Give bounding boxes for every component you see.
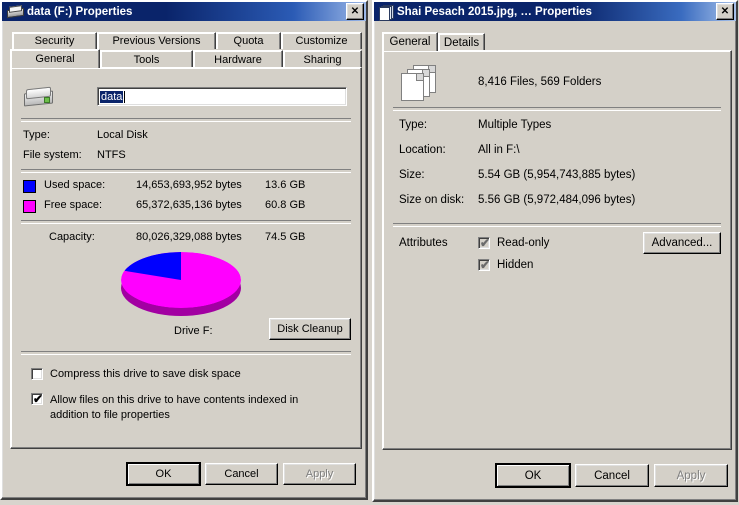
volume-name-value: data xyxy=(100,90,124,103)
capacity-label: Capacity: xyxy=(49,231,95,243)
right-tabstrip: General Details xyxy=(382,32,732,52)
left-tabstrip-row2: General Tools Hardware Sharing xyxy=(10,49,362,69)
close-icon[interactable]: ✕ xyxy=(346,3,364,20)
drive-properties-window: data (F:) Properties ✕ Security Previous… xyxy=(0,0,368,500)
size-on-disk-label: Size on disk: xyxy=(399,194,465,206)
tab-general[interactable]: General xyxy=(382,32,438,51)
close-icon[interactable]: ✕ xyxy=(716,3,734,20)
size-value: 5.54 GB (5,954,743,885 bytes) xyxy=(478,169,636,181)
used-space-bytes: 14,653,693,952 bytes xyxy=(136,179,242,191)
tab-label: General xyxy=(389,36,431,48)
size-label: Size: xyxy=(399,169,425,181)
tab-security[interactable]: Security xyxy=(12,32,97,49)
location-value: All in F:\ xyxy=(478,144,520,156)
filesystem-label: File system: xyxy=(23,149,82,161)
right-cancel-button[interactable]: Cancel xyxy=(575,464,649,487)
tab-label: Details xyxy=(443,36,480,49)
divider xyxy=(21,169,351,173)
volume-icon xyxy=(23,86,53,108)
tab-quota[interactable]: Quota xyxy=(216,32,281,49)
right-apply-button: Apply xyxy=(654,464,728,487)
general-tab-panel: data Type: Local Disk File system: NTFS … xyxy=(10,67,362,449)
advanced-button[interactable]: Advanced... xyxy=(643,232,721,254)
tab-sharing[interactable]: Sharing xyxy=(283,50,362,68)
free-space-label: Free space: xyxy=(44,199,103,211)
free-space-swatch xyxy=(23,200,36,213)
files-folders-summary: 8,416 Files, 569 Folders xyxy=(478,76,602,88)
volume-name-input[interactable]: data xyxy=(97,87,347,106)
capacity-size: 74.5 GB xyxy=(265,231,306,243)
tab-customize[interactable]: Customize xyxy=(281,32,362,49)
drive-caption: Drive F: xyxy=(174,325,213,337)
tab-hardware[interactable]: Hardware xyxy=(193,50,283,68)
location-label: Location: xyxy=(399,144,446,156)
disk-usage-pie-chart xyxy=(121,252,241,316)
type-label: Type: xyxy=(23,129,50,141)
pie-top-face xyxy=(121,252,241,308)
attributes-label: Attributes xyxy=(399,237,448,249)
tab-label: Customize xyxy=(295,35,348,47)
left-apply-button: Apply xyxy=(283,463,356,485)
read-only-label: Read-only xyxy=(497,237,550,249)
type-value: Multiple Types xyxy=(478,119,552,131)
used-space-label: Used space: xyxy=(44,179,106,191)
tab-label: Security xyxy=(34,35,75,47)
tab-label: Previous Versions xyxy=(112,35,201,47)
tab-label: Quota xyxy=(233,35,264,47)
hard-drive-icon xyxy=(7,4,24,19)
read-only-checkbox[interactable]: ✔ xyxy=(478,237,490,249)
tab-general[interactable]: General xyxy=(10,49,100,68)
disk-cleanup-button[interactable]: Disk Cleanup xyxy=(269,318,351,340)
size-on-disk-value: 5.56 GB (5,972,484,096 bytes) xyxy=(478,194,636,206)
free-space-bytes: 65,372,635,136 bytes xyxy=(136,199,242,211)
left-cancel-button[interactable]: Cancel xyxy=(205,463,278,485)
used-space-swatch xyxy=(23,180,36,193)
capacity-bytes: 80,026,329,088 bytes xyxy=(136,231,242,243)
general-tab-panel: 8,416 Files, 569 Folders Type: Multiple … xyxy=(382,50,732,450)
divider xyxy=(393,223,721,227)
hidden-label: Hidden xyxy=(497,259,534,271)
type-value: Local Disk xyxy=(97,129,148,141)
tab-details[interactable]: Details xyxy=(438,33,485,51)
right-window-title: Shai Pesach 2015.jpg, … Properties xyxy=(397,5,592,18)
left-title-bar[interactable]: data (F:) Properties ✕ xyxy=(2,2,366,21)
free-space-size: 60.8 GB xyxy=(265,199,306,211)
tab-label: General xyxy=(35,53,75,65)
right-title-bar[interactable]: Shai Pesach 2015.jpg, … Properties ✕ xyxy=(374,2,736,21)
left-window-title: data (F:) Properties xyxy=(27,5,133,18)
compress-drive-checkbox[interactable] xyxy=(31,368,43,380)
tab-label: Sharing xyxy=(303,53,342,66)
index-contents-label: Allow files on this drive to have conten… xyxy=(50,394,299,421)
right-ok-button[interactable]: OK xyxy=(496,464,570,487)
compress-drive-label: Compress this drive to save disk space xyxy=(50,368,241,380)
multiple-files-icon xyxy=(401,65,436,101)
divider xyxy=(21,220,351,224)
type-label: Type: xyxy=(399,119,428,131)
filesystem-value: NTFS xyxy=(97,149,126,161)
used-space-size: 13.6 GB xyxy=(265,179,306,191)
left-ok-button[interactable]: OK xyxy=(127,463,200,485)
tab-previous-versions[interactable]: Previous Versions xyxy=(97,32,216,49)
multiple-files-icon xyxy=(379,4,394,21)
index-contents-checkbox[interactable]: ✔ xyxy=(31,393,43,405)
divider xyxy=(393,107,721,111)
tab-tools[interactable]: Tools xyxy=(100,50,193,68)
tab-label: Tools xyxy=(133,53,160,66)
divider xyxy=(21,351,351,355)
divider xyxy=(21,118,351,122)
files-properties-window: Shai Pesach 2015.jpg, … Properties ✕ Gen… xyxy=(372,0,738,502)
tab-label: Hardware xyxy=(214,53,262,66)
hidden-checkbox[interactable]: ✔ xyxy=(478,259,490,271)
